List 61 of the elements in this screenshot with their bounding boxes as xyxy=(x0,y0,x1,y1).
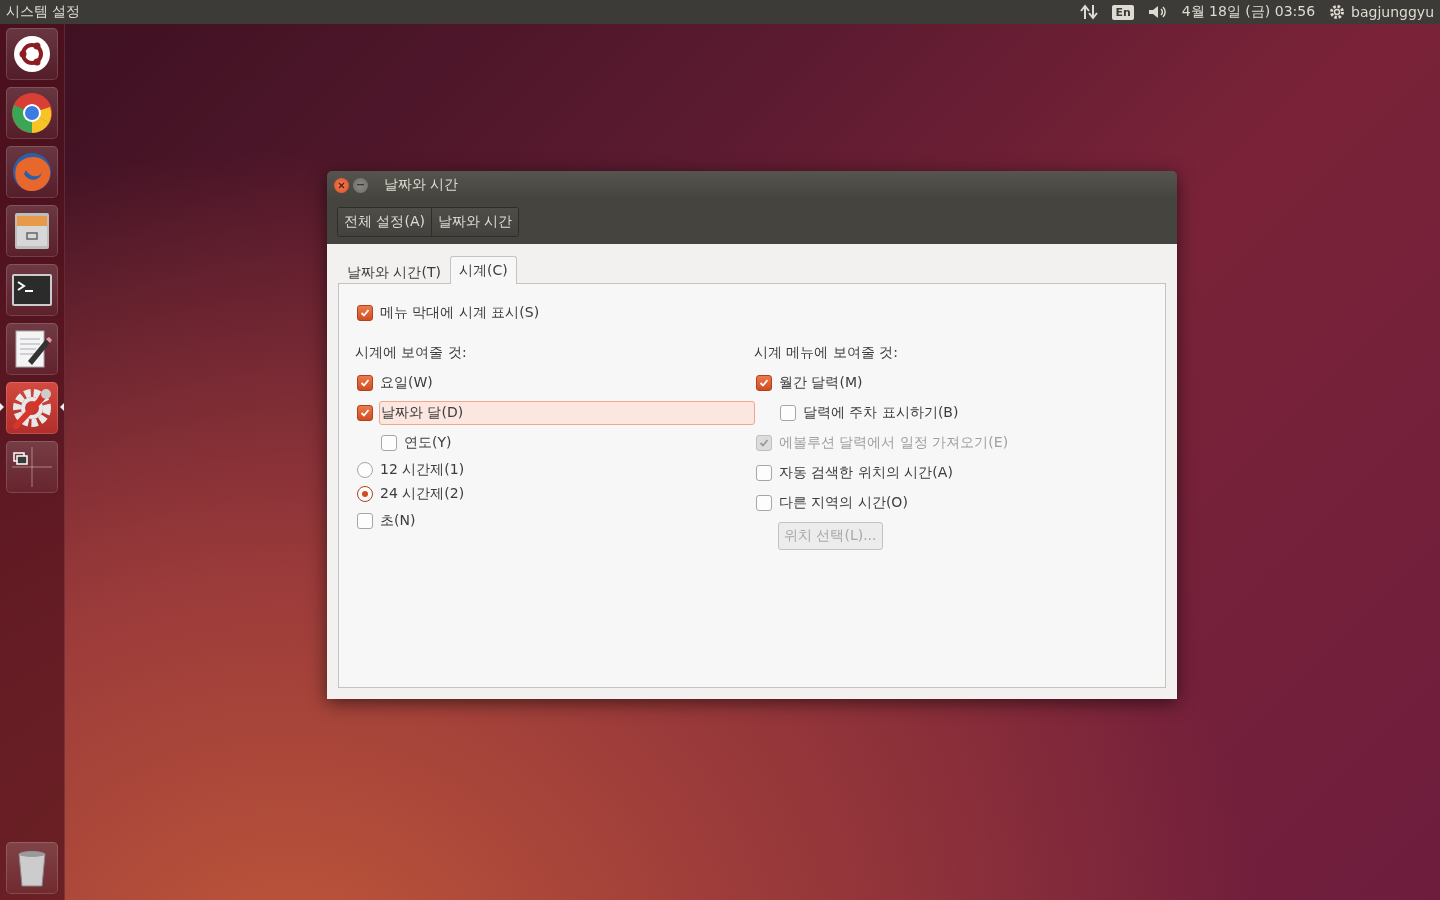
minimize-icon xyxy=(357,184,364,186)
check-icon xyxy=(360,308,370,318)
checkbox-label: 날짜와 달(D) xyxy=(379,401,755,425)
active-arrow-icon xyxy=(0,403,4,411)
launcher-tile[interactable] xyxy=(6,205,58,257)
checkbox[interactable] xyxy=(756,375,772,391)
close-icon xyxy=(338,181,345,189)
checkbox-label: 에볼루션 달력에서 일정 가져오기(E) xyxy=(778,433,1010,452)
checkbox-label: 연도(Y) xyxy=(403,433,453,452)
section-heading: 시계 메뉴에 보여줄 것: xyxy=(754,343,900,362)
speaker-icon[interactable] xyxy=(1147,5,1168,19)
checkbox[interactable] xyxy=(357,375,373,391)
checkbox-label: 자동 검색한 위치의 시간(A) xyxy=(778,463,954,482)
checkbox-label: 초(N) xyxy=(379,511,417,530)
workspace-grid-icon xyxy=(10,445,54,489)
close-button[interactable] xyxy=(334,177,349,193)
radio-button[interactable] xyxy=(357,462,373,478)
checkbox[interactable] xyxy=(756,465,772,481)
checkbox[interactable] xyxy=(357,405,373,421)
checkbox[interactable] xyxy=(357,513,373,529)
network-arrows-icon[interactable] xyxy=(1080,4,1099,20)
browser-icon xyxy=(10,91,54,135)
launcher-tile[interactable] xyxy=(6,842,58,894)
launcher-tile[interactable] xyxy=(6,441,58,493)
breadcrumb-button[interactable]: 날짜와 시간 xyxy=(430,207,519,236)
user-name[interactable]: bagjunggyu xyxy=(1351,4,1434,20)
launcher-tile[interactable] xyxy=(6,264,58,316)
check-icon xyxy=(360,408,370,418)
keyboard-indicator[interactable]: En xyxy=(1112,4,1134,20)
tab[interactable]: 시계(C) xyxy=(449,256,517,284)
radio-label: 12 시간제(1) xyxy=(379,460,466,479)
tab[interactable]: 날짜와 시간(T) xyxy=(338,258,450,284)
launcher-tile[interactable] xyxy=(6,87,58,139)
checkbox-label: 요일(W) xyxy=(379,373,434,392)
checkbox-label: 다른 지역의 시간(O) xyxy=(778,493,909,512)
radio-button[interactable] xyxy=(357,486,373,502)
check-icon xyxy=(759,438,769,448)
section-heading: 시계에 보여줄 것: xyxy=(355,343,468,362)
checkbox-label: 월간 달력(M) xyxy=(778,373,864,392)
check-icon xyxy=(360,378,370,388)
check-icon xyxy=(759,378,769,388)
active-arrow-icon xyxy=(60,403,64,411)
checkbox-label: 메뉴 막대에 시계 표시(S) xyxy=(379,303,541,322)
clock[interactable]: 4월 18일 (금) 03:56 xyxy=(1181,3,1316,21)
checkbox[interactable] xyxy=(780,405,796,421)
gear-wrench-icon xyxy=(10,386,54,430)
launcher-tile[interactable] xyxy=(6,28,58,80)
checkbox[interactable] xyxy=(756,495,772,511)
checkbox-label: 달력에 주차 표시하기(B) xyxy=(802,403,960,422)
launcher-tile[interactable] xyxy=(6,146,58,198)
gear-icon[interactable] xyxy=(1329,4,1346,20)
breadcrumb-button[interactable]: 전체 설정(A) xyxy=(338,207,431,236)
app-title: 시스템 설정 xyxy=(6,3,81,21)
launcher-tile[interactable] xyxy=(6,323,58,375)
window-title: 날짜와 시간 xyxy=(384,176,459,194)
radio-label: 24 시간제(2) xyxy=(379,484,466,503)
checkbox[interactable] xyxy=(357,305,373,321)
fox-globe-icon xyxy=(10,150,54,194)
checkbox[interactable] xyxy=(381,435,397,451)
radio-dot-icon xyxy=(362,491,368,497)
minimize-button[interactable] xyxy=(353,177,368,193)
